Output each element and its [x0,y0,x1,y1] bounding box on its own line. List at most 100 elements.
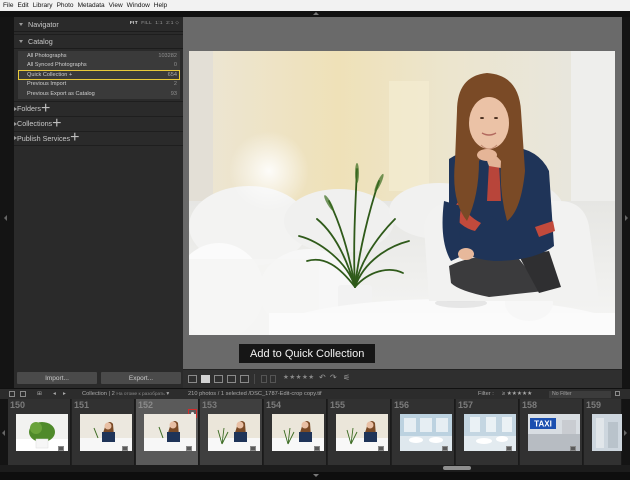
reject-flag-icon[interactable] [270,375,276,383]
filter-stars[interactable]: ≥ ★★★★★ [502,391,532,397]
import-button[interactable]: Import... [17,372,97,384]
source-path[interactable]: Collection | 2 На отоме к разобрать ▾ [82,391,169,397]
filmstrip-cell-155[interactable]: 155 [328,399,391,465]
cell-index: 155 [330,400,346,410]
rating-stars[interactable]: ★★★★★ [283,373,315,381]
catalog-header[interactable]: Catalog [14,34,183,49]
painter-icon[interactable]: ⚟ [343,373,350,382]
people-view-icon[interactable] [240,375,249,383]
navigator-title: Navigator [28,19,59,29]
zoom-1-1[interactable]: 1:1 [155,21,163,26]
zoom-2-1[interactable]: 2:1 [166,21,174,26]
grid-view-icon[interactable] [188,375,197,383]
cell-index: 152 [138,400,154,410]
tooltip: Add to Quick Collection [239,344,376,363]
cell-index: 156 [394,400,410,410]
loupe-view-icon[interactable] [201,375,210,383]
collapse-arrow-icon [19,22,23,26]
filmstrip-scroll-thumb[interactable] [443,466,471,470]
catalog-item-count: 103282 [158,52,177,59]
catalog-item-label: Quick Collection + [27,71,73,78]
cell-index: 157 [458,400,474,410]
triangle-down-icon [313,474,319,477]
catalog-item-count: 2 [173,81,177,88]
catalog-item-all-synced[interactable]: All Synced Photographs 0 [18,60,180,70]
metadata-badge-icon [442,446,448,451]
collections-header[interactable]: Collections + [14,115,183,132]
filmstrip-cell-150[interactable]: 150 [8,399,71,465]
bottom-panel-toggle[interactable] [0,472,630,480]
catalog-list: All Photographs 103282 All Synced Photog… [14,49,183,101]
filmstrip-cell-159[interactable]: 159 [584,399,622,465]
catalog-item-previous-import[interactable]: Previous Import 2 [18,79,180,89]
filter-value: No Filter [552,390,572,397]
metadata-badge-icon [314,446,320,451]
filmstrip-scroll-right[interactable] [622,399,630,465]
source-name: На отоме к разобрать [116,392,165,397]
survey-view-icon[interactable] [227,375,236,383]
rotate-right-icon[interactable]: ↷ [330,373,337,382]
filmstrip-cell-158[interactable]: 158 TAXI [520,399,583,465]
menu-view[interactable]: View [109,0,123,11]
publish-services-header[interactable]: Publish Services + [14,129,183,147]
export-button[interactable]: Export... [101,372,181,384]
menu-library[interactable]: Library [33,0,53,11]
menu-photo[interactable]: Photo [57,0,74,11]
menu-edit[interactable]: Edit [17,0,28,11]
metadata-badge-icon [58,446,64,451]
left-panel-toggle[interactable] [0,17,14,388]
filmstrip-cell-151[interactable]: 151 [72,399,135,465]
filter-lock-icon[interactable] [615,390,620,396]
display-one-icon[interactable] [9,390,15,397]
filmstrip-cell-156[interactable]: 156 [392,399,455,465]
compare-view-icon[interactable] [214,375,223,383]
forward-icon[interactable]: ▸ [63,391,66,397]
filmstrip-scroll-left[interactable] [0,399,8,465]
filmstrip-scrollbar[interactable] [0,465,630,472]
catalog-item-label: Previous Import [27,81,67,88]
menu-metadata[interactable]: Metadata [78,0,105,11]
menu-file[interactable]: File [3,0,13,11]
back-icon[interactable]: ◂ [53,391,56,397]
flag-icon[interactable] [261,375,267,383]
metadata-badge-icon [506,446,512,451]
catalog-item-count: 0 [173,62,177,69]
source-dropdown-icon[interactable]: ▾ [166,391,169,397]
filmstrip-cell-154[interactable]: 154 [264,399,327,465]
zoom-fill[interactable]: FILL [141,21,152,26]
main-photo[interactable] [189,51,615,335]
filter-dropdown[interactable]: No Filter [549,390,611,398]
display-two-icon[interactable] [20,390,26,397]
zoom-more-icon[interactable]: ⬦ [175,21,179,26]
source-prefix: Collection [82,391,107,397]
add-publish-service-icon[interactable]: + [70,129,79,147]
catalog-item-quick-collection[interactable]: Quick Collection + 654 [18,70,180,80]
filmstrip-cell-152[interactable]: 152 [136,399,199,465]
folders-header[interactable]: Folders + [14,100,183,117]
left-panel: Navigator FIT FILL 1:1 2:1 ⬦ Catalog All… [14,17,183,388]
folders-title: Folders [17,104,41,113]
taxi-sign-text: TAXI [534,420,552,429]
photo-image [189,51,615,335]
menu-window[interactable]: Window [127,0,150,11]
catalog-item-count: 93 [170,90,177,97]
menu-bar: File Edit Library Photo Metadata View Wi… [0,0,630,11]
metadata-badge-icon [250,446,256,451]
rotate-left-icon[interactable]: ↶ [319,373,326,382]
filmstrip-cell-157[interactable]: 157 [456,399,519,465]
triangle-right-icon [624,430,627,436]
navigator-header[interactable]: Navigator FIT FILL 1:1 2:1 ⬦ [14,17,183,32]
thumbnail-building[interactable] [592,414,622,451]
catalog-item-previous-export[interactable]: Previous Export as Catalog 93 [18,89,180,99]
triangle-right-icon [625,215,628,221]
grid-icon[interactable]: ⊞ [37,391,42,397]
menu-help[interactable]: Help [154,0,167,11]
zoom-fit[interactable]: FIT [130,21,138,26]
cell-index: 159 [586,400,602,410]
filter-label: Filter : [478,391,494,397]
catalog-item-label: All Photographs [27,52,67,59]
metadata-badge-icon [122,446,128,451]
right-panel-toggle[interactable] [622,17,630,388]
catalog-item-all-photographs[interactable]: All Photographs 103282 [18,51,180,61]
filmstrip-cell-153[interactable]: 153 [200,399,263,465]
